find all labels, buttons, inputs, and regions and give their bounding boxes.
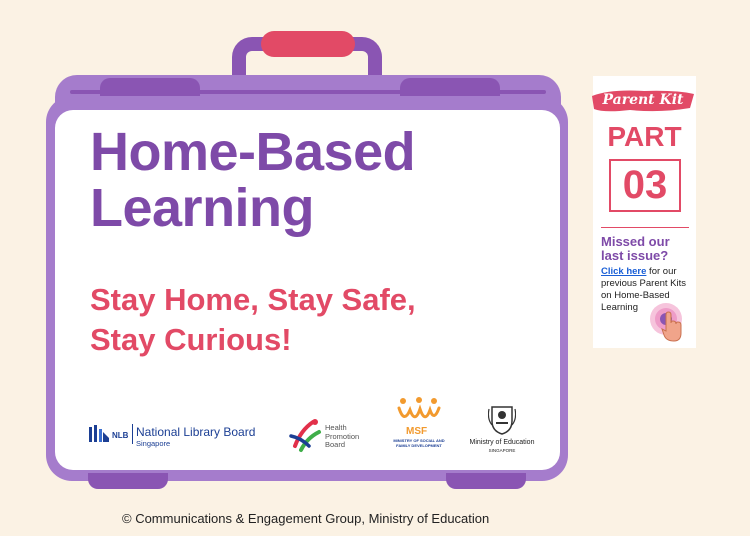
suitcase-latch-left bbox=[100, 78, 200, 98]
copyright-notice: © Communications & Engagement Group, Min… bbox=[122, 511, 490, 526]
part-label: PART bbox=[607, 121, 682, 152]
suitcase-strip bbox=[70, 90, 546, 94]
hpb-line-3: Board bbox=[325, 440, 346, 449]
hpb-name: Health Promotion Board bbox=[325, 423, 359, 450]
suitcase-latch-right bbox=[400, 78, 500, 98]
subtitle-line-2: Stay Curious! bbox=[90, 322, 292, 357]
page-subtitle: Stay Home, Stay Safe, Stay Curious! bbox=[90, 280, 530, 360]
subtitle-line-1: Stay Home, Stay Safe, bbox=[90, 282, 416, 317]
title-line-1: Home-Based bbox=[90, 122, 416, 182]
hpb-logo: Health Promotion Board bbox=[287, 412, 377, 456]
page-title: Home-Based Learning bbox=[90, 124, 530, 236]
msf-logo-icon bbox=[397, 397, 441, 419]
suitcase-handle-grip bbox=[261, 31, 355, 57]
parent-kit-label: Parent Kit bbox=[602, 92, 684, 108]
part-number: 03 bbox=[622, 163, 668, 207]
moe-name: Ministry of Education bbox=[469, 439, 535, 446]
nlb-abbr: NLB bbox=[112, 431, 129, 440]
missed-issue-heading: Missed our last issue? bbox=[601, 234, 670, 263]
nlb-logo: NLB National Library Board Singapore bbox=[88, 422, 268, 448]
moe-logo: Ministry of Education SINGAPORE bbox=[466, 403, 538, 459]
click-pointer-icon[interactable] bbox=[648, 301, 690, 345]
msf-abbr: MSF bbox=[406, 426, 428, 437]
suitcase-foot-right bbox=[446, 473, 526, 489]
msf-full: MINISTRY OF SOCIAL AND FAMILY DEVELOPMEN… bbox=[393, 438, 445, 448]
moe-sub: SINGAPORE bbox=[488, 448, 516, 453]
hpb-logo-icon bbox=[289, 419, 321, 452]
nlb-sub: Singapore bbox=[136, 439, 171, 448]
title-line-2: Learning bbox=[90, 178, 315, 238]
msf-logo: MSF MINISTRY OF SOCIAL AND FAMILY DEVELO… bbox=[390, 396, 448, 458]
parent-kit-badge: Parent Kit bbox=[590, 88, 696, 114]
suitcase-foot-left bbox=[88, 473, 168, 489]
card-divider bbox=[601, 227, 689, 228]
nlb-logo-icon bbox=[89, 425, 109, 442]
nlb-name: National Library Board bbox=[136, 425, 256, 439]
moe-crest-icon bbox=[488, 406, 516, 435]
nlb-divider bbox=[132, 424, 133, 444]
click-here-link[interactable]: Click here bbox=[601, 266, 646, 277]
